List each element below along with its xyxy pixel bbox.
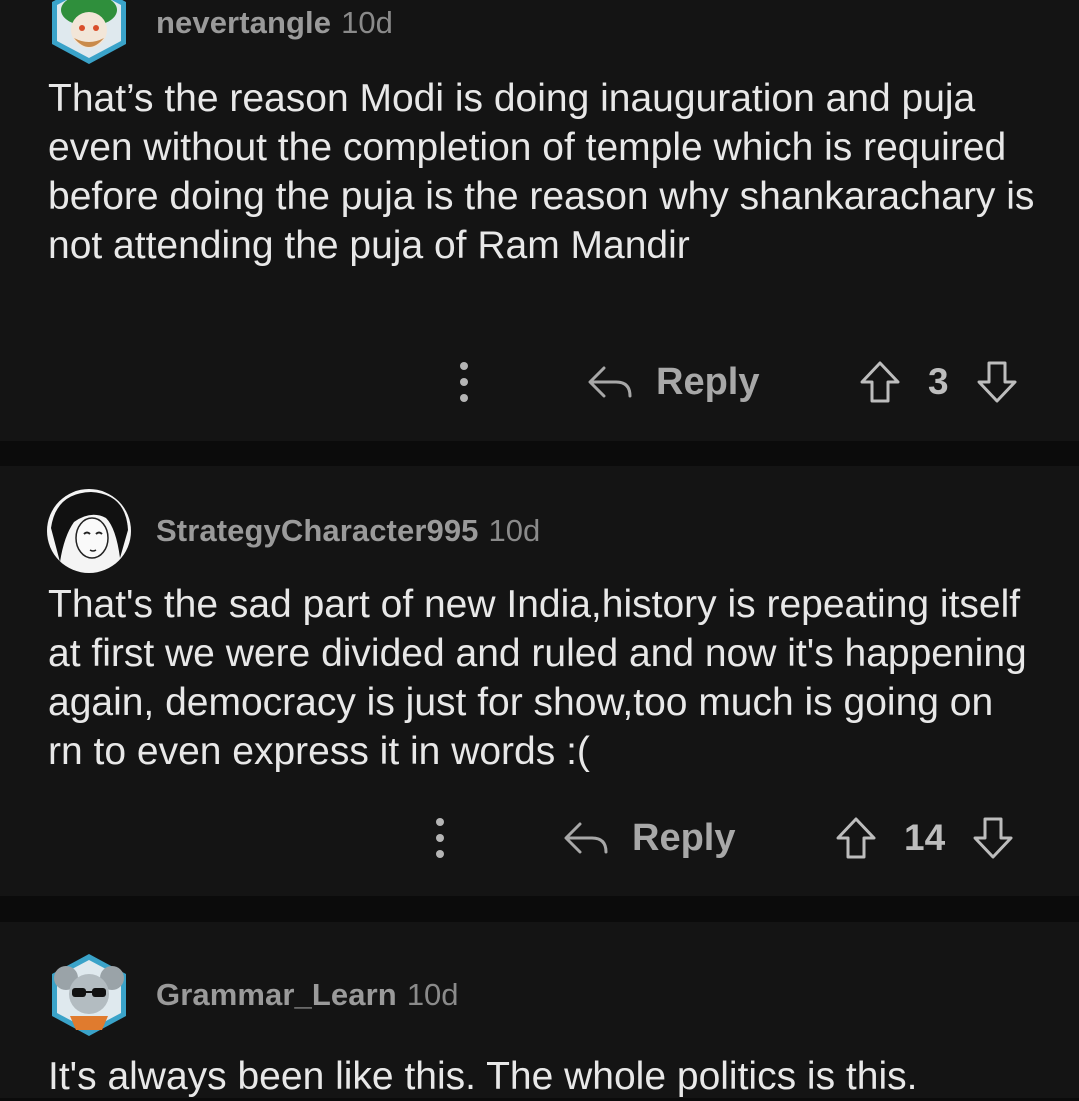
reply-button[interactable]: Reply [562, 813, 735, 863]
more-vertical-icon [460, 362, 468, 370]
vote-controls: 3 [858, 357, 1019, 407]
comment-age: 10d [488, 513, 541, 548]
comment-card: StrategyCharacter995 10d That's the sad … [0, 466, 1079, 896]
upvote-arrow-icon[interactable] [834, 816, 878, 860]
more-options-button[interactable] [434, 818, 446, 858]
username[interactable]: nevertangle [156, 5, 331, 41]
upvote-arrow-icon[interactable] [858, 360, 902, 404]
comment-header: Grammar_Learn 10d [46, 952, 459, 1038]
user-avatar[interactable] [46, 0, 132, 66]
comment-age: 10d [406, 977, 459, 1012]
username[interactable]: StrategyCharacter995 [156, 513, 479, 549]
comment-body: That’s the reason Modi is doing inaugura… [48, 77, 1035, 267]
downvote-arrow-icon[interactable] [971, 816, 1015, 860]
comment-body: It's always been like this. The whole po… [48, 1055, 918, 1098]
comment-body: That's the sad part of new India,history… [48, 583, 1027, 773]
comment-header: StrategyCharacter995 10d [46, 488, 540, 574]
vote-score: 14 [904, 817, 946, 858]
downvote-arrow-icon[interactable] [975, 360, 1019, 404]
more-options-button[interactable] [458, 362, 470, 402]
reply-button[interactable]: Reply [586, 357, 759, 407]
reply-arrow-icon [588, 366, 632, 398]
user-avatar[interactable] [46, 488, 132, 574]
comment-card: nevertangle 10d That’s the reason Modi i… [0, 0, 1079, 441]
comment-age: 10d [341, 5, 393, 40]
comment-card: Grammar_Learn 10d It's always been like … [0, 922, 1079, 1098]
username[interactable]: Grammar_Learn [156, 977, 397, 1013]
reply-arrow-icon [564, 822, 608, 854]
reply-label: Reply [656, 360, 760, 403]
vote-controls: 14 [834, 813, 1015, 863]
reply-label: Reply [632, 816, 736, 859]
vote-score: 3 [928, 361, 949, 402]
more-vertical-icon [436, 818, 444, 826]
user-avatar[interactable] [46, 952, 132, 1038]
comment-header: nevertangle 10d [46, 0, 393, 66]
